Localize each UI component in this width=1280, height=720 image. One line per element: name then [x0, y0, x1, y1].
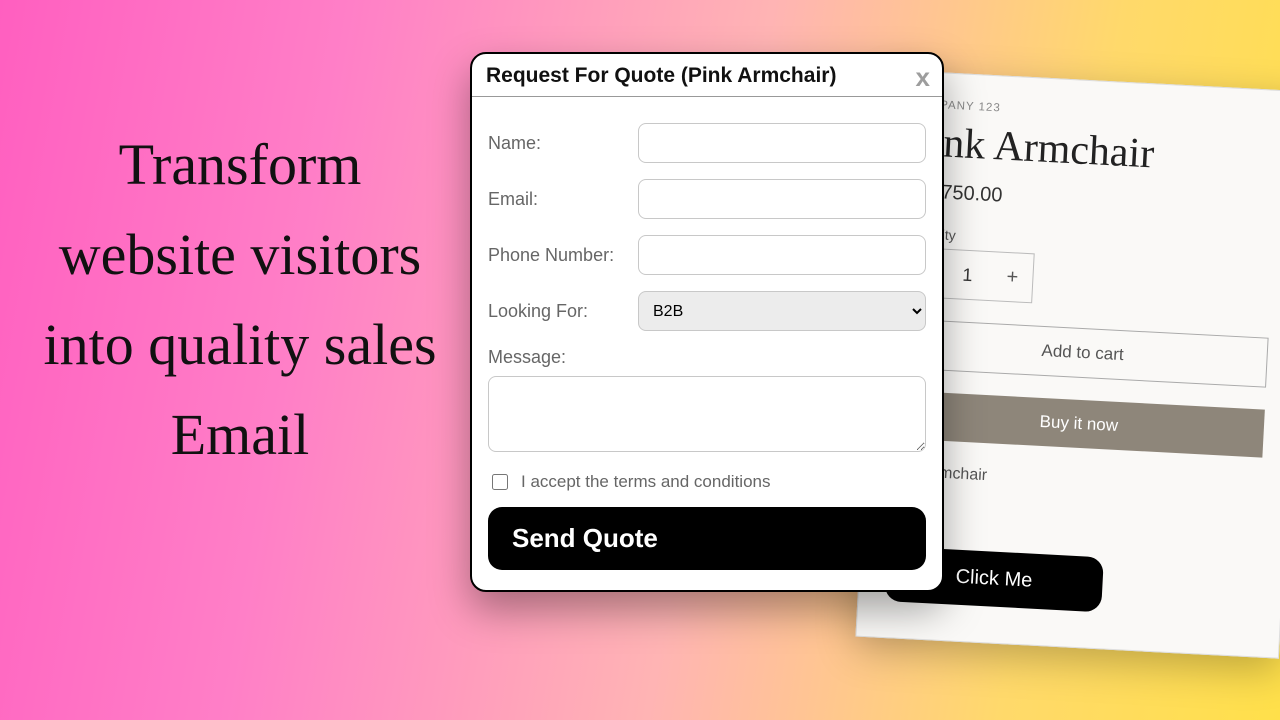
- terms-checkbox[interactable]: [492, 474, 508, 490]
- phone-input[interactable]: [638, 235, 926, 275]
- promo-headline: Transform website visitors into quality …: [30, 120, 450, 480]
- close-icon[interactable]: x: [916, 62, 930, 93]
- buy-now-button[interactable]: Buy it now: [893, 390, 1265, 457]
- modal-header: Request For Quote (Pink Armchair) x: [472, 54, 942, 97]
- phone-label: Phone Number:: [488, 245, 638, 266]
- quantity-value: 1: [942, 263, 993, 287]
- email-label: Email:: [488, 189, 638, 210]
- add-to-cart-button[interactable]: Add to cart: [897, 318, 1269, 387]
- send-quote-button[interactable]: Send Quote: [488, 507, 926, 570]
- email-input[interactable]: [638, 179, 926, 219]
- promo-canvas: Transform website visitors into quality …: [0, 0, 1280, 720]
- message-textarea[interactable]: [488, 376, 926, 452]
- request-quote-modal: Request For Quote (Pink Armchair) x Name…: [470, 52, 944, 592]
- message-label: Message:: [488, 347, 926, 368]
- terms-row[interactable]: I accept the terms and conditions: [488, 471, 926, 493]
- looking-for-label: Looking For:: [488, 301, 638, 322]
- modal-body: Name: Email: Phone Number: Looking For: …: [472, 97, 942, 590]
- name-input[interactable]: [638, 123, 926, 163]
- product-description: pink armchair: [891, 462, 1261, 499]
- share-label: e: [889, 502, 1259, 539]
- terms-label: I accept the terms and conditions: [521, 472, 770, 492]
- product-price: Rs. 750.00: [905, 180, 1276, 222]
- looking-for-select[interactable]: B2B: [638, 291, 926, 331]
- name-label: Name:: [488, 133, 638, 154]
- product-title: Pink Armchair: [907, 118, 1279, 185]
- modal-title: Request For Quote (Pink Armchair): [486, 64, 836, 87]
- quantity-increase-button[interactable]: +: [991, 252, 1033, 302]
